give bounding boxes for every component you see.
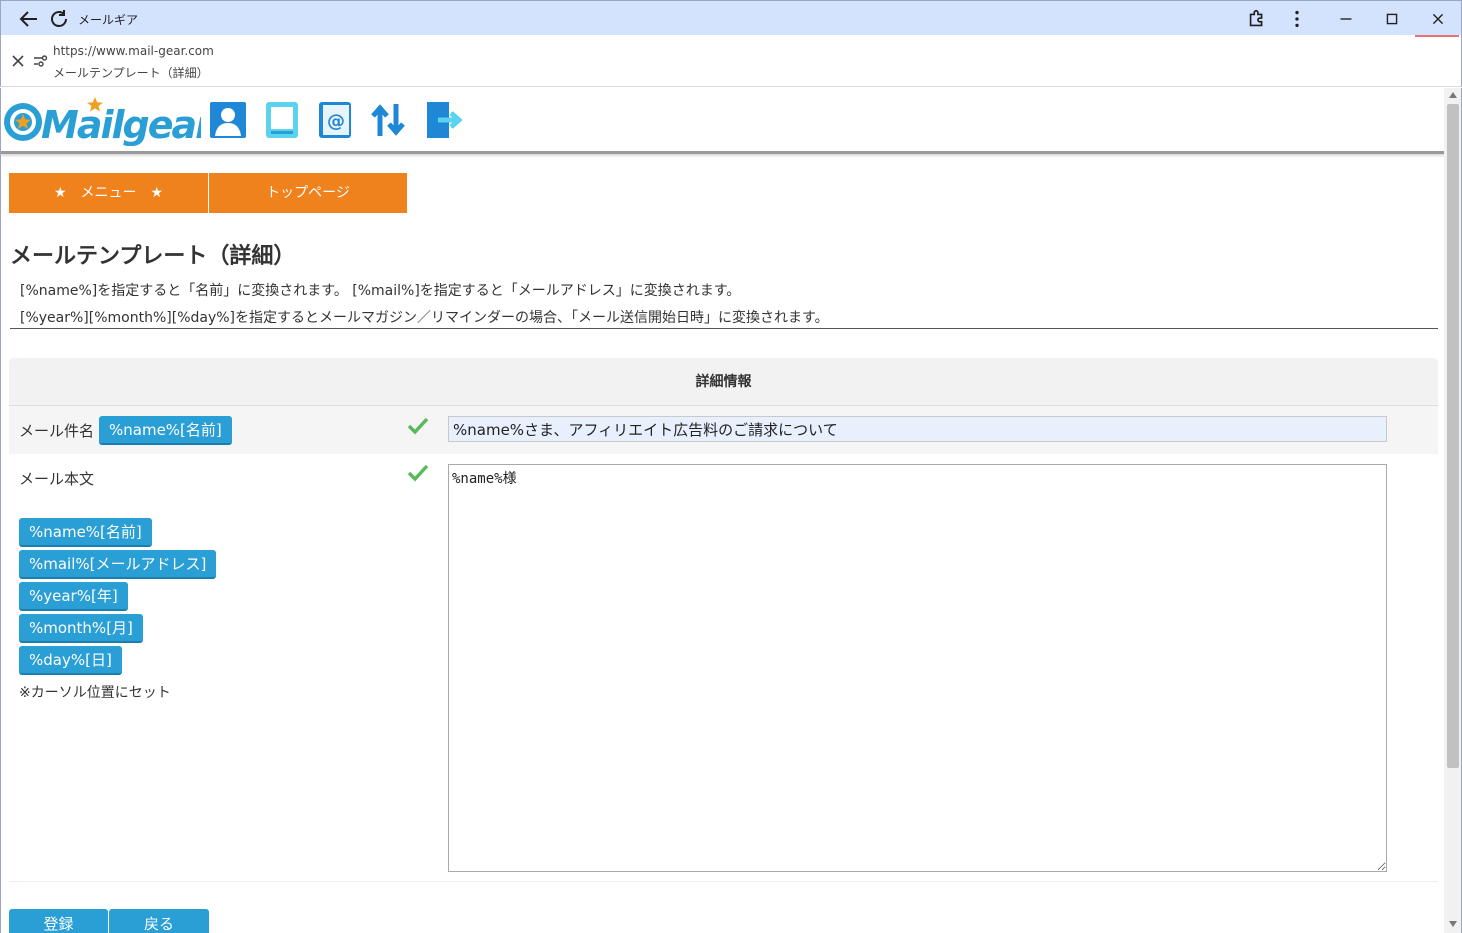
extensions-icon[interactable] — [1246, 8, 1268, 30]
site-settings-icon[interactable] — [32, 52, 50, 70]
minimize-icon[interactable] — [1335, 8, 1357, 30]
sync-icon[interactable] — [369, 100, 407, 140]
back-button[interactable]: 戻る — [109, 909, 209, 933]
page-url[interactable]: https://www.mail-gear.com — [53, 44, 214, 58]
vertical-scrollbar[interactable] — [1444, 88, 1462, 933]
book-icon[interactable] — [263, 100, 301, 140]
close-window-icon[interactable] — [1427, 8, 1449, 30]
logo-text: Mailgear — [41, 103, 201, 146]
address-book-icon[interactable]: @ — [316, 100, 354, 140]
svg-text:@: @ — [327, 111, 345, 132]
scroll-down-arrow-icon[interactable] — [1449, 921, 1457, 927]
page-title: メールテンプレート（詳細） — [10, 244, 296, 269]
more-vert-icon[interactable] — [1286, 8, 1308, 30]
register-button[interactable]: 登録 — [9, 909, 108, 933]
body-textarea[interactable]: %name%様 — [448, 464, 1387, 872]
close-icon[interactable] — [10, 53, 26, 69]
subject-label: メール件名 — [19, 422, 95, 440]
maximize-icon[interactable] — [1381, 8, 1403, 30]
insert-name-tag-button[interactable]: %name%[名前] — [19, 518, 152, 547]
back-arrow-icon[interactable] — [17, 7, 41, 31]
subject-input[interactable] — [448, 416, 1387, 442]
check-icon — [407, 464, 429, 482]
reload-icon[interactable] — [47, 7, 71, 31]
url-bar: https://www.mail-gear.com メールテンプレート（詳細） — [0, 35, 1462, 87]
check-icon — [407, 417, 429, 435]
page-content: Mailgear @ ★ メニュー ★ トップページ メールテンプレート（詳細） — [0, 88, 1446, 933]
mailgear-logo[interactable]: Mailgear — [1, 94, 201, 146]
body-label: メール本文 — [19, 470, 95, 488]
top-page-button[interactable]: トップページ — [209, 173, 408, 213]
cursor-position-note: ※カーソル位置にセット — [19, 685, 171, 701]
insert-month-tag-button[interactable]: %month%[月] — [19, 614, 143, 643]
window-title: メールギア — [78, 13, 139, 27]
insert-day-tag-button[interactable]: %day%[日] — [19, 646, 122, 675]
user-icon[interactable] — [209, 100, 247, 140]
menu-button[interactable]: ★ メニュー ★ — [9, 173, 209, 213]
divider — [10, 328, 1438, 329]
insert-mail-tag-button[interactable]: %mail%[メールアドレス] — [19, 550, 217, 579]
window-titlebar: メールギア — [0, 0, 1462, 35]
subject-row: メール件名 %name%[名前] — [9, 406, 1438, 454]
instruction-notes: [%name%]を指定すると「名前」に変換されます。 [%mail%]を指定する… — [20, 278, 829, 332]
subject-name-tag-button[interactable]: %name%[名前] — [99, 416, 232, 445]
insert-year-tag-button[interactable]: %year%[年] — [19, 582, 128, 611]
body-row: メール本文 %name%[名前] %mail%[メールアドレス] %year%[… — [9, 454, 1438, 882]
scrollbar-thumb[interactable] — [1447, 104, 1459, 768]
detail-header: 詳細情報 — [9, 358, 1438, 406]
note-line-1: [%name%]を指定すると「名前」に変換されます。 [%mail%]を指定する… — [20, 283, 741, 299]
site-header: Mailgear @ — [1, 88, 1446, 154]
scroll-up-arrow-icon[interactable] — [1449, 92, 1457, 98]
loading-indicator — [1415, 35, 1459, 37]
page-tab-title: メールテンプレート（詳細） — [53, 66, 209, 80]
detail-panel: 詳細情報 メール件名 %name%[名前] メール本文 %name%[名前] %… — [9, 358, 1438, 882]
logout-icon[interactable] — [424, 100, 462, 140]
